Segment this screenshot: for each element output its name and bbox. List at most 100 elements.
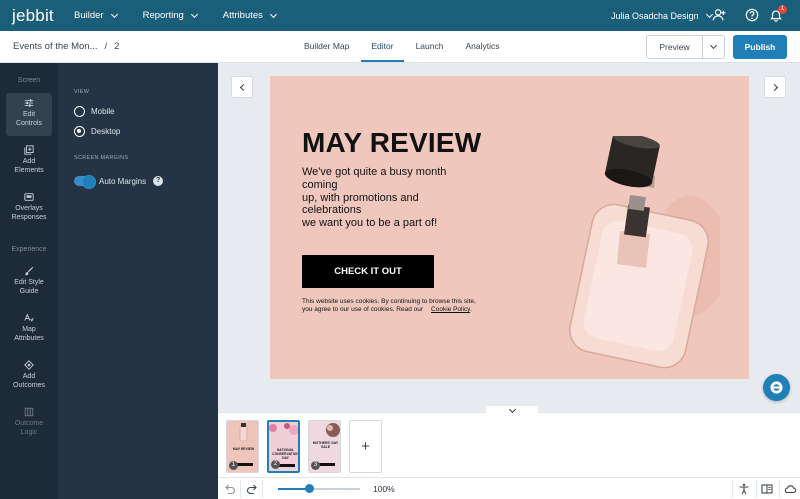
nav-builder-label: Builder: [74, 10, 104, 21]
overlay-icon: [24, 193, 34, 201]
previous-screen-button[interactable]: [231, 76, 253, 98]
add-element-icon: [24, 145, 34, 155]
chevron-down-icon: [508, 405, 516, 414]
tab-editor[interactable]: Editor: [361, 31, 404, 62]
account-switcher[interactable]: Julia Osadcha Design: [611, 0, 713, 31]
view-option-desktop[interactable]: Desktop: [74, 126, 120, 137]
chevron-right-icon: [770, 83, 778, 91]
body-line: we want you to be a part of!: [302, 217, 438, 230]
tab-launch[interactable]: Launch: [406, 31, 454, 62]
zoom-slider-handle[interactable]: [304, 484, 314, 493]
rail-label-line1: Edit: [22, 111, 36, 118]
rail-label-line1: Add: [22, 373, 36, 380]
thumbnail-title: NATIONAL CONSERVATION DAY: [272, 448, 299, 460]
auto-margins-label: Auto Margins: [99, 176, 147, 186]
thumbnail-title: MOTHERS' DAY SALE: [312, 441, 339, 449]
help-icon[interactable]: [745, 8, 759, 22]
check-it-out-button[interactable]: CHECK IT OUT: [302, 255, 434, 288]
cloud-save-icon[interactable]: [784, 483, 796, 495]
radio-label: Desktop: [91, 127, 121, 136]
screen-thumbnail-selected[interactable]: NATIONAL CONSERVATION DAY 2: [267, 420, 300, 473]
rail-item-add-outcomes[interactable]: Add Outcomes: [6, 355, 52, 398]
cookie-policy-link[interactable]: Cookie Policy: [431, 306, 470, 313]
thumbnail-number: 1: [229, 461, 238, 470]
thumbnail-number: 2: [271, 460, 280, 469]
rail-item-edit-controls[interactable]: Edit Controls: [6, 93, 52, 136]
cookie-text: you agree to our use of cookies. Read ou…: [302, 306, 424, 313]
editor-canvas: MAY REVIEW We've got quite a busy month …: [218, 63, 800, 412]
chevron-left-icon: [239, 83, 247, 91]
editor-toolbar: Events of the Mon... / 2 Builder Map Edito…: [0, 31, 800, 63]
radio-button[interactable]: [74, 106, 85, 117]
screen-thumbnail-strip: MAY REVIEW 1 NATIONAL CONSERVATION DAY 2…: [218, 405, 800, 477]
tab-analytics[interactable]: Analytics: [455, 31, 509, 62]
layout-panel-icon[interactable]: [761, 483, 773, 495]
rail-label-line1: Map: [22, 326, 36, 333]
rail-label-line1: Overlays: [15, 205, 43, 212]
radio-button-selected[interactable]: [74, 126, 85, 137]
divider: [240, 480, 241, 498]
zoom-level: 100%: [373, 484, 395, 494]
body-line: coming: [302, 178, 338, 191]
top-navigation-bar: jebbit Builder Reporting Attributes Juli…: [0, 0, 800, 31]
chat-icon: [770, 381, 783, 394]
perfume-bottle-image[interactable]: [560, 136, 720, 379]
jebbit-logo[interactable]: jebbit: [12, 6, 62, 26]
cookie-text-end: .: [469, 306, 472, 313]
body-line: celebrations: [302, 204, 362, 217]
bottom-toolbar: 100%: [218, 477, 800, 499]
breadcrumb: Events of the Mon... / 2: [13, 41, 119, 52]
brush-icon: [24, 266, 34, 276]
nav-attributes-label: Attributes: [222, 10, 263, 21]
divider: [262, 480, 263, 498]
experience-name[interactable]: Events of the Mon...: [13, 41, 98, 52]
screen-thumbnail[interactable]: MAY REVIEW 1: [226, 420, 259, 473]
rail-section-experience: Experience: [11, 246, 47, 253]
nav-attributes[interactable]: Attributes: [222, 10, 277, 21]
collapse-strip-toggle[interactable]: [486, 405, 538, 417]
edit-controls-panel: VIEW Mobile Desktop SCREEN MARGINS Auto …: [58, 63, 218, 499]
auto-margins-toggle[interactable]: [74, 174, 96, 189]
chevron-down-icon: [190, 10, 198, 18]
left-rail: Screen Edit Controls Add Elements Overla…: [0, 63, 58, 499]
headline[interactable]: MAY REVIEW: [302, 127, 481, 159]
nav-builder[interactable]: Builder: [74, 10, 118, 21]
rail-item-overlays[interactable]: Overlays Responses: [6, 187, 52, 230]
rail-label-line1: Edit Style: [14, 279, 44, 286]
view-heading: VIEW: [74, 89, 90, 95]
publish-button[interactable]: Publish: [733, 35, 787, 59]
rail-label-line2: Logic: [20, 428, 38, 436]
add-user-icon[interactable]: [712, 8, 726, 22]
add-screen-button[interactable]: +: [349, 420, 382, 473]
next-screen-button[interactable]: [764, 76, 786, 98]
body-text[interactable]: We've got quite a busy month coming up, …: [302, 166, 472, 230]
breadcrumb-separator: /: [104, 41, 108, 52]
rail-item-map-attributes[interactable]: Map Attributes: [6, 308, 52, 351]
rail-item-outcome-logic[interactable]: Outcome Logic: [6, 402, 52, 445]
tab-builder-map[interactable]: Builder Map: [294, 31, 359, 62]
view-option-mobile[interactable]: Mobile: [74, 106, 115, 117]
chevron-down-icon: [269, 10, 277, 18]
chat-support-button[interactable]: [763, 374, 790, 401]
nav-reporting[interactable]: Reporting: [142, 10, 198, 21]
rail-item-edit-style-guide[interactable]: Edit Style Guide: [6, 261, 52, 304]
screen-count: 2: [114, 41, 120, 52]
screen-thumbnail[interactable]: MOTHERS' DAY SALE 3: [308, 420, 341, 473]
nav-reporting-label: Reporting: [142, 10, 184, 21]
rail-label-line2: Guide: [19, 287, 39, 295]
thumbnail-number: 3: [311, 461, 320, 470]
cookie-notice[interactable]: This website uses cookies. By continuing…: [302, 298, 502, 314]
screen-preview[interactable]: MAY REVIEW We've got quite a busy month …: [270, 76, 749, 379]
divider: [779, 480, 780, 498]
preview-button[interactable]: Preview: [647, 36, 703, 58]
account-name: Julia Osadcha Design: [611, 10, 699, 21]
rail-label-line2: Elements: [14, 166, 44, 174]
undo-icon[interactable]: [224, 483, 236, 495]
outcome-icon: [24, 360, 34, 370]
help-icon[interactable]: ?: [153, 176, 164, 186]
accessibility-icon[interactable]: [738, 483, 750, 495]
preview-dropdown-toggle[interactable]: [703, 41, 724, 50]
rail-item-add-elements[interactable]: Add Elements: [6, 140, 52, 183]
redo-icon[interactable]: [246, 483, 258, 495]
rail-label-line1: Outcome: [14, 420, 44, 427]
